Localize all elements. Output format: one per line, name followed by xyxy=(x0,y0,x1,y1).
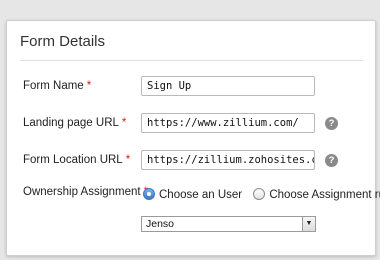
title-divider xyxy=(20,60,363,61)
radio-unselected-icon[interactable] xyxy=(253,188,266,200)
form-details-panel: Form Details Form Name * Sign Up Landing … xyxy=(6,20,380,256)
landing-page-url-label: Landing page URL * xyxy=(23,117,126,129)
form-location-url-label: Form Location URL * xyxy=(23,154,130,166)
landing-page-url-label-text: Landing page URL xyxy=(23,117,119,129)
ownership-assignment-label: Ownership Assignment* xyxy=(23,186,148,198)
form-location-url-input[interactable]: https://zillium.zohosites.com/ xyxy=(141,150,315,170)
form-name-input[interactable]: Sign Up xyxy=(141,76,315,96)
ownership-radio-group: Choose an User Choose Assignment rule xyxy=(143,188,380,201)
chevron-down-icon[interactable]: ▼ xyxy=(302,217,315,231)
radio-choose-user-label[interactable]: Choose an User xyxy=(159,189,242,201)
required-mark: * xyxy=(121,117,127,129)
required-mark: * xyxy=(125,154,131,166)
radio-choose-assignment-rule[interactable]: Choose Assignment rule xyxy=(253,188,380,201)
form-name-label: Form Name * xyxy=(23,80,91,92)
radio-choose-assignment-rule-label[interactable]: Choose Assignment rule xyxy=(269,189,380,201)
ownership-assignment-label-text: Ownership Assignment xyxy=(23,186,141,198)
radio-selected-icon[interactable] xyxy=(143,188,155,200)
user-select-value: Jenso xyxy=(146,218,175,230)
user-select-dropdown[interactable]: Jenso ▼ xyxy=(141,216,316,232)
help-icon[interactable]: ? xyxy=(325,154,338,167)
help-icon[interactable]: ? xyxy=(325,117,338,130)
landing-page-url-input[interactable]: https://www.zillium.com/ xyxy=(141,113,315,133)
panel-title: Form Details xyxy=(20,33,106,50)
required-mark: * xyxy=(86,80,92,92)
radio-choose-user[interactable]: Choose an User xyxy=(143,188,253,201)
form-location-url-label-text: Form Location URL xyxy=(23,154,123,166)
form-name-label-text: Form Name xyxy=(23,80,84,92)
